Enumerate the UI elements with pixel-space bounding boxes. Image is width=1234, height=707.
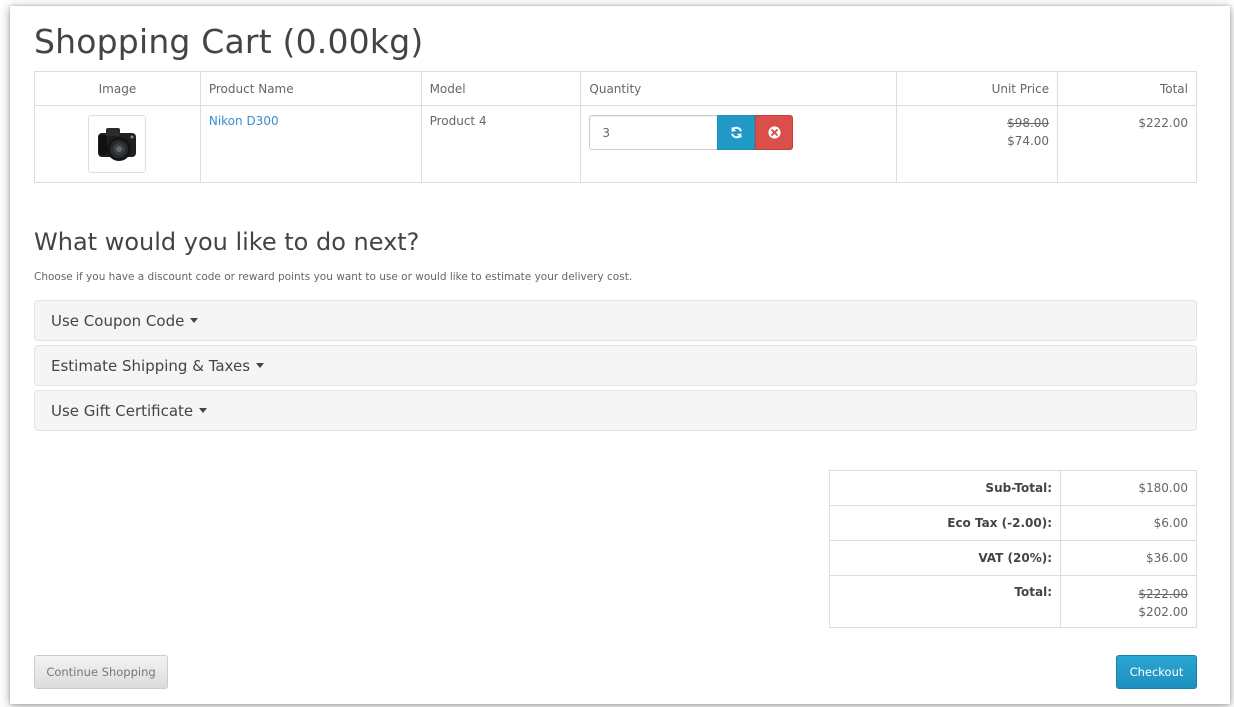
- header-model: Model: [420, 71, 582, 106]
- next-steps-title: What would you like to do next?: [34, 228, 420, 256]
- cart-table: Image Product Name Model Quantity Unit P…: [34, 71, 1197, 183]
- caret-down-icon: [199, 408, 208, 413]
- header-total: Total: [1057, 71, 1197, 106]
- page-frame: Shopping Cart (0.00kg) Image Product Nam…: [10, 6, 1230, 704]
- page-title: Shopping Cart (0.00kg): [34, 22, 424, 61]
- product-name-cell: Nikon D300: [199, 105, 422, 183]
- unit-price-old: $98.00: [1007, 116, 1050, 130]
- remove-button[interactable]: [755, 115, 794, 150]
- unit-price-cell: $98.00 $74.00: [896, 105, 1059, 183]
- shipping-panel[interactable]: Estimate Shipping & Taxes: [34, 345, 1197, 386]
- coupon-panel[interactable]: Use Coupon Code: [34, 300, 1197, 341]
- product-thumbnail-link[interactable]: [88, 115, 147, 173]
- shipping-panel-label: Estimate Shipping & Taxes: [51, 356, 251, 375]
- gift-certificate-panel-label: Use Gift Certificate: [51, 401, 194, 420]
- subtotal-label: Sub-Total:: [829, 470, 1061, 506]
- table-row: Nikon D300 Product 4 3 $98.00 $74.00 $22…: [34, 105, 1197, 183]
- next-steps-description: Choose if you have a discount code or re…: [34, 271, 633, 283]
- total-value: $202.00: [1138, 605, 1188, 619]
- gift-certificate-panel[interactable]: Use Gift Certificate: [34, 390, 1197, 431]
- totals-table: Sub-Total: $180.00 Eco Tax (-2.00): $6.0…: [829, 470, 1197, 628]
- caret-down-icon: [256, 363, 265, 368]
- header-product-name: Product Name: [199, 71, 422, 106]
- total-values: $222.00 $202.00: [1060, 575, 1197, 628]
- unit-price: $74.00: [1007, 134, 1050, 148]
- quantity-cell: [580, 105, 898, 183]
- header-unit-price: Unit Price: [896, 71, 1059, 106]
- refresh-icon: [731, 126, 742, 139]
- ecotax-label: Eco Tax (-2.00):: [829, 505, 1061, 541]
- vat-value: $36.00: [1060, 540, 1197, 576]
- ecotax-value: $6.00: [1060, 505, 1197, 541]
- coupon-panel-label: Use Coupon Code: [51, 311, 185, 330]
- product-name-link[interactable]: Nikon D300: [209, 114, 279, 128]
- continue-shopping-button[interactable]: Continue Shopping: [34, 655, 168, 689]
- checkout-button[interactable]: Checkout: [1116, 655, 1197, 689]
- subtotal-value: $180.00: [1060, 470, 1197, 506]
- caret-down-icon: [190, 318, 199, 323]
- product-model: Product 4: [420, 105, 582, 183]
- camera-image: [98, 128, 137, 161]
- remove-circle-icon: [768, 126, 781, 139]
- header-image: Image: [34, 71, 201, 106]
- update-button[interactable]: [717, 115, 756, 150]
- row-total: $222.00: [1057, 105, 1197, 183]
- header-quantity: Quantity: [580, 71, 898, 106]
- totals-row-total: Total: $222.00 $202.00: [829, 575, 1197, 628]
- totals-row-ecotax: Eco Tax (-2.00): $6.00: [829, 505, 1197, 541]
- vat-label: VAT (20%):: [829, 540, 1061, 576]
- product-image-cell: [34, 105, 201, 183]
- cart-header-row: Image Product Name Model Quantity Unit P…: [34, 71, 1197, 106]
- total-old-value: $222.00: [1138, 587, 1188, 601]
- total-label: Total:: [829, 575, 1061, 628]
- totals-row-subtotal: Sub-Total: $180.00: [829, 470, 1197, 506]
- quantity-input-group: [589, 115, 794, 150]
- row-total-value: $222.00: [1138, 116, 1188, 130]
- quantity-input[interactable]: [589, 115, 718, 150]
- totals-row-vat: VAT (20%): $36.00: [829, 540, 1197, 576]
